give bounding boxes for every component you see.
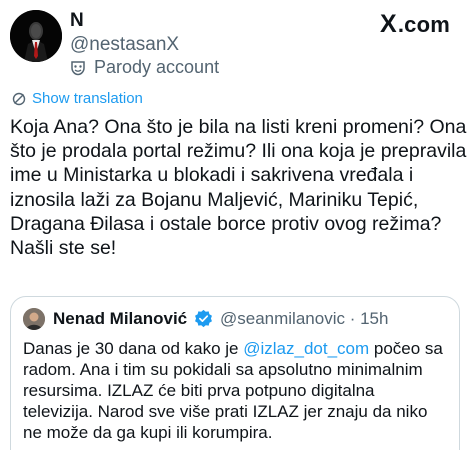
verified-badge-icon: [195, 309, 212, 328]
show-translation-label[interactable]: Show translation: [32, 90, 143, 107]
translate-icon: [12, 92, 26, 105]
x-logo-domain: .com: [397, 11, 450, 37]
parody-label: Parody account: [70, 57, 219, 78]
x-logo: X .com: [380, 10, 450, 39]
tweet-line: iznosila laži za Bojanu Maljević, Marini…: [10, 188, 419, 211]
tweet-text: Koja Ana? Ona što je bila na listi kreni…: [10, 115, 467, 260]
tweet-line: ime u Ministarka u blokadi i sakrivena v…: [10, 164, 414, 187]
show-translation-link[interactable]: Show translation: [12, 90, 143, 107]
tweet-line: što je prodala portal režimu? Ili ona ko…: [10, 140, 467, 163]
quoted-line: resursima. IZLAZ će biti prva potpuno di…: [23, 381, 375, 400]
quoted-text: Danas je 30 dana od kako je @izlaz_dot_c…: [23, 338, 453, 443]
tweet-line: Koja Ana? Ona što je bila na listi kreni…: [10, 116, 467, 138]
quoted-line: Danas je 30 dana od kako je @izlaz_dot_c…: [23, 338, 453, 359]
quoted-line-end: počeo sa: [369, 339, 443, 358]
quoted-tweet[interactable]: Nenad Milanović @seanmilanovic · 15h Dan…: [10, 296, 460, 450]
mention-link[interactable]: @izlaz_dot_com: [243, 339, 369, 358]
quoted-line-start: Danas je 30 dana od kako je: [23, 339, 244, 358]
tweet-line: Našli ste se!: [10, 237, 117, 260]
quoted-avatar[interactable]: [23, 308, 45, 330]
mask-icon: [71, 60, 85, 75]
avatar[interactable]: [10, 10, 62, 62]
quoted-line: televizija. Narod sve više prati IZLAZ j…: [23, 402, 428, 421]
x-logo-icon: X: [379, 10, 397, 38]
display-name[interactable]: N: [70, 10, 84, 32]
quoted-handle-time[interactable]: @seanmilanovic · 15h: [220, 309, 388, 329]
quoted-display-name[interactable]: Nenad Milanović: [53, 309, 187, 329]
user-handle[interactable]: @nestasanX: [70, 34, 179, 56]
tweet-line: Dragana Đilasa i ostale borce protiv ovo…: [10, 212, 442, 235]
tweet-header: N @nestasanX Parody account X .com: [0, 0, 468, 84]
parody-text: Parody account: [94, 57, 220, 77]
quoted-line: radom. Ana i tim su pokidali sa apsolutn…: [23, 360, 423, 379]
quoted-line: ne može da ga kupi ili korumpira.: [23, 423, 273, 442]
